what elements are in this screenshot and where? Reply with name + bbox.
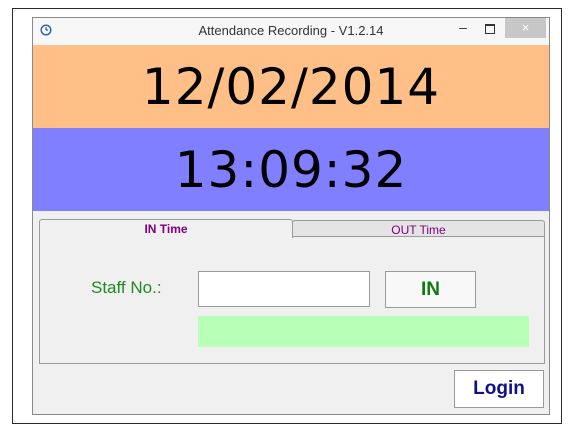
tab-out-time[interactable]: OUT Time xyxy=(292,220,545,237)
current-time: 13:09:32 xyxy=(174,140,408,199)
app-window: Attendance Recording - V1.2.14 – × 12/02… xyxy=(32,17,550,415)
title-bar[interactable]: Attendance Recording - V1.2.14 – × xyxy=(33,18,549,45)
tab-in-time[interactable]: IN Time xyxy=(39,219,293,238)
maximize-icon xyxy=(485,24,495,34)
current-date: 12/02/2014 xyxy=(141,57,441,116)
minimize-icon: – xyxy=(459,19,467,35)
login-button[interactable]: Login xyxy=(454,370,544,408)
in-button[interactable]: IN xyxy=(385,271,476,308)
date-display: 12/02/2014 xyxy=(33,45,549,128)
minimize-button[interactable]: – xyxy=(453,20,473,38)
close-button[interactable]: × xyxy=(505,18,546,38)
staff-number-input[interactable] xyxy=(198,271,370,307)
close-icon: × xyxy=(521,20,530,35)
staff-number-label: Staff No.: xyxy=(91,278,162,297)
time-display: 13:09:32 xyxy=(33,128,549,211)
maximize-button[interactable] xyxy=(479,20,499,38)
status-message-bar xyxy=(198,316,529,347)
